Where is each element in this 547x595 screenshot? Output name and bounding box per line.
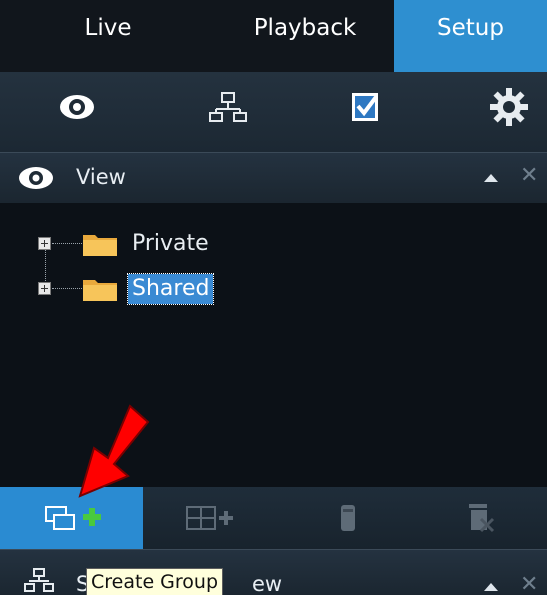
client-window: Live Playback Setup View ✕ Private Share… [0,0,547,595]
collapse-arrow-icon[interactable] [484,583,498,591]
folder-icon [83,235,117,256]
tree-item-label: Private [132,231,209,256]
main-tabs: Live Playback Setup [0,0,547,72]
grid-add-icon [186,506,233,530]
expand-icon[interactable] [38,282,51,295]
tab-live-label: Live [84,15,132,41]
tree-item-label: Shared [126,273,215,305]
close-icon[interactable]: ✕ [520,163,538,188]
eye-icon[interactable] [54,84,100,130]
tab-setup-label: Setup [437,15,504,41]
tab-playback-label: Playback [253,15,357,41]
panel-title: View [76,165,126,189]
network-icon [24,568,54,592]
second-panel-header[interactable]: S ew ✕ [0,549,547,595]
setup-toolbar [0,72,547,152]
tree-connector [52,243,82,244]
delete-group-button[interactable] [415,487,547,549]
trash-icon [341,505,355,531]
annotation-arrow-icon [78,404,150,498]
tab-setup[interactable]: Setup [394,0,547,72]
trash-button[interactable] [279,487,415,549]
eye-icon [19,167,53,189]
checklist-icon[interactable] [343,84,389,130]
create-group-icon [45,506,101,530]
tooltip: Create Group [86,568,224,595]
tab-live[interactable]: Live [0,0,216,72]
delete-icon [469,504,495,533]
close-icon[interactable]: ✕ [520,572,538,595]
gear-icon[interactable] [486,84,532,130]
tab-playback[interactable]: Playback [216,0,394,72]
second-panel-title-end: ew [252,572,283,595]
folder-icon [83,280,117,301]
tree-connector [52,288,82,289]
network-icon[interactable] [205,84,251,130]
expand-icon[interactable] [38,237,51,250]
view-panel-header[interactable]: View ✕ [0,152,547,203]
collapse-arrow-icon[interactable] [484,174,498,182]
